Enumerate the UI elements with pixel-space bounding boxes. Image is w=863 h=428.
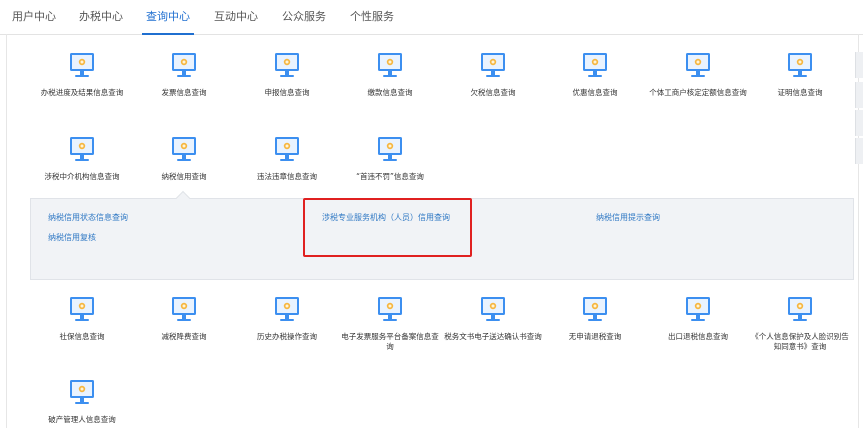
query-item-label: 历史办税操作查询 [257,332,317,341]
tab-public-service[interactable]: 公众服务 [282,0,326,34]
monitor-icon [582,296,608,324]
monitor-icon [171,136,197,164]
query-item[interactable]: 电子发票服务平台备案信息查询 [335,296,445,352]
monitor-icon [787,296,813,324]
query-item[interactable]: 破产管理人信息查询 [27,379,137,425]
query-item[interactable]: 《个人信息保护及人脸识别告知同意书》查询 [745,296,855,352]
query-item[interactable]: 发票信息查询 [129,52,239,98]
query-item[interactable]: “首违不罚”信息查询 [335,136,445,182]
side-float-tab[interactable] [855,82,863,108]
monitor-icon [685,296,711,324]
monitor-icon [171,52,197,80]
tab-personal-service[interactable]: 个性服务 [350,0,394,34]
query-item-label: 个体工商户核定定额信息查询 [649,88,747,97]
query-item[interactable]: 涉税中介机构信息查询 [27,136,137,182]
monitor-icon [69,296,95,324]
tab-user-center[interactable]: 用户中心 [12,0,56,34]
query-item[interactable]: 社保信息查询 [27,296,137,342]
tab-interaction-center[interactable]: 互动中心 [214,0,258,34]
query-item-label: 无申请退税查询 [568,332,622,341]
monitor-icon [69,52,95,80]
top-nav: 用户中心 办税中心 查询中心 互动中心 公众服务 个性服务 [0,0,863,35]
monitor-icon [480,52,506,80]
query-item-label: 减税降费查询 [161,332,207,341]
query-item[interactable]: 历史办税操作查询 [232,296,342,342]
side-float-tab[interactable] [855,110,863,136]
monitor-icon [171,296,197,324]
side-float-tab[interactable] [855,138,863,164]
query-item[interactable]: 缴款信息查询 [335,52,445,98]
query-item-label: 发票信息查询 [161,88,207,97]
monitor-icon [582,52,608,80]
query-item[interactable]: 出口退税信息查询 [643,296,753,342]
submenu-link-credit-review[interactable]: 纳税信用复核 [48,232,96,243]
monitor-icon [69,379,95,407]
query-item-label: 电子发票服务平台备案信息查询 [341,332,439,351]
monitor-icon [377,52,403,80]
query-item-label: 证明信息查询 [777,88,823,97]
query-item-label: 纳税信用查询 [161,172,207,181]
query-item-label: 优惠信息查询 [572,88,618,97]
monitor-icon [480,296,506,324]
query-item-label: 欠税信息查询 [470,88,516,97]
tab-query-center[interactable]: 查询中心 [142,0,194,35]
query-item-label: 违法违章信息查询 [257,172,317,181]
monitor-icon [69,136,95,164]
submenu-link-credit-status[interactable]: 纳税信用状态信息查询 [48,212,128,223]
query-item-label: 缴款信息查询 [367,88,413,97]
query-item[interactable]: 减税降费查询 [129,296,239,342]
side-float-tab[interactable] [855,52,863,78]
query-item-label: “首违不罚”信息查询 [356,172,424,181]
query-item[interactable]: 个体工商户核定定额信息查询 [643,52,753,98]
query-item-label: 涉税中介机构信息查询 [44,172,120,181]
query-item[interactable]: 证明信息查询 [745,52,855,98]
query-item-credit[interactable]: 纳税信用查询 [129,136,239,182]
query-item-label: 申报信息查询 [264,88,310,97]
monitor-icon [274,296,300,324]
query-item[interactable]: 违法违章信息查询 [232,136,342,182]
monitor-icon [685,52,711,80]
query-item[interactable]: 税务文书电子送达确认书查询 [438,296,548,342]
query-item[interactable]: 无申请退税查询 [540,296,650,342]
query-item-label: 《个人信息保护及人脸识别告知同意书》查询 [751,332,849,351]
query-item[interactable]: 优惠信息查询 [540,52,650,98]
query-item-label: 社保信息查询 [59,332,105,341]
query-item-label: 破产管理人信息查询 [48,415,116,424]
monitor-icon [377,296,403,324]
highlight-box [303,198,472,257]
query-item[interactable]: 申报信息查询 [232,52,342,98]
monitor-icon [787,52,813,80]
monitor-icon [274,136,300,164]
query-item-label: 出口退税信息查询 [668,332,728,341]
query-item[interactable]: 欠税信息查询 [438,52,548,98]
monitor-icon [377,136,403,164]
tab-tax-center[interactable]: 办税中心 [79,0,123,34]
monitor-icon [274,52,300,80]
query-item-label: 税务文书电子送达确认书查询 [444,332,542,341]
submenu-link-credit-notice[interactable]: 纳税信用提示查询 [596,212,660,223]
query-item[interactable]: 办税进度及结果信息查询 [27,52,137,98]
query-item-label: 办税进度及结果信息查询 [40,88,124,97]
